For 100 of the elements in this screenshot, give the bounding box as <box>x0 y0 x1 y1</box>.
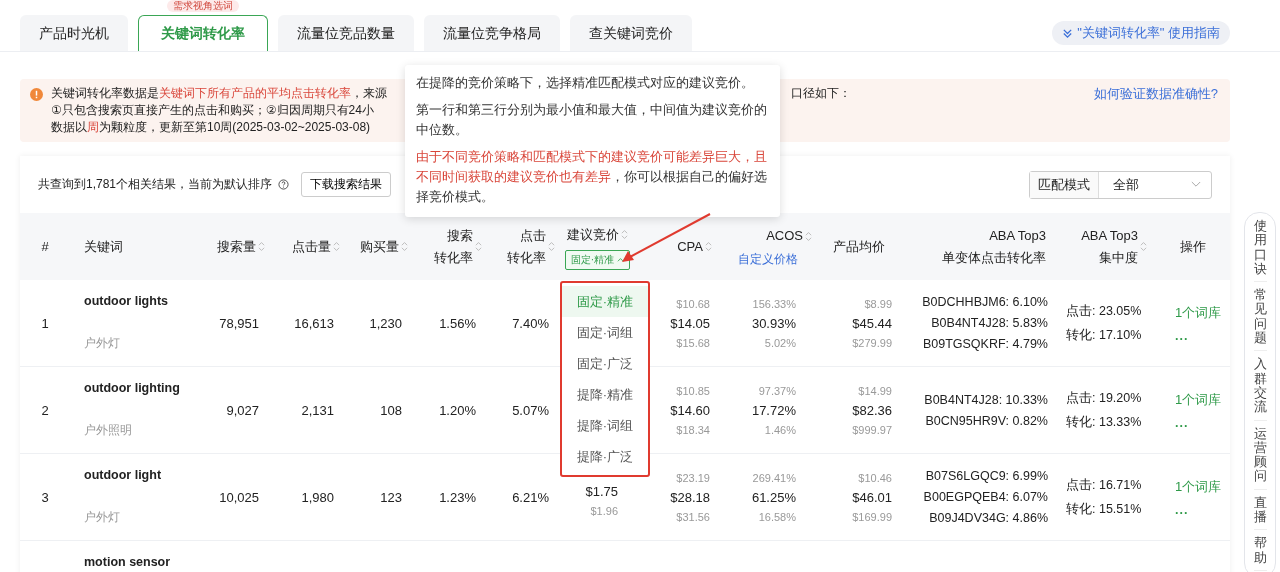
median-value: $1.75 <box>585 483 618 499</box>
menu-option[interactable]: 提降·词组 <box>562 410 648 441</box>
min-value: $8.99 <box>864 297 892 310</box>
column-header: ABA Top3 单变体点击转化率 <box>942 226 1046 267</box>
median-value: 61.25% <box>751 489 796 505</box>
keyword-library-link[interactable]: 1个词库 <box>1175 390 1222 409</box>
result-summary: 共查询到1,781个相关结果，当前为默认排序 <box>38 176 273 193</box>
concentration-value: 转化: 15.51% <box>1066 500 1142 518</box>
menu-option[interactable]: 固定·词组 <box>562 317 648 348</box>
sort-icon[interactable] <box>705 241 712 252</box>
side-panel-item[interactable]: 常见问题 <box>1253 288 1267 352</box>
sort-icon[interactable] <box>258 241 265 252</box>
max-value: $169.99 <box>852 510 892 523</box>
double-chevron-icon <box>1062 27 1074 39</box>
caret-up-icon <box>617 257 625 262</box>
tooltip-text: 由于不同竞价策略和匹配模式下的建议竞价可能差异巨大，且不同时间获取的建议竞价也有差异，你可以根据自己的偏好选择竞价模式。 <box>416 148 768 206</box>
tooltip-text: 在提降的竞价策略下，选择精准匹配模式对应的建议竞价。 <box>416 74 755 92</box>
guide-link[interactable]: "关键词转化率" 使用指南 <box>1052 21 1230 45</box>
asin-rate: B0DCHHBJM6: 6.10% <box>922 295 1048 309</box>
side-panel-item[interactable]: 直播 <box>1253 495 1267 531</box>
sort-icon[interactable] <box>805 230 812 242</box>
tab[interactable]: 关键词转化率 <box>138 15 268 51</box>
keyword-library-link[interactable]: 1个词库 <box>1175 303 1222 322</box>
min-value: $10.68 <box>676 297 710 310</box>
download-button[interactable]: 下载搜索结果 <box>301 172 392 197</box>
median-value: 17.72% <box>751 402 796 418</box>
median-value: $14.05 <box>670 315 710 331</box>
column-header: 搜索量 <box>217 237 256 256</box>
max-value: 5.02% <box>764 336 796 349</box>
sort-icon[interactable] <box>1140 241 1147 252</box>
column-header: 购买量 <box>360 237 399 256</box>
max-value: 1.46% <box>764 423 796 436</box>
chevron-down-icon <box>1191 181 1201 188</box>
more-link[interactable]: ... <box>1175 415 1189 430</box>
median-value: $82.36 <box>852 402 892 418</box>
more-link[interactable]: ... <box>1175 328 1189 343</box>
tab[interactable]: 产品时光机 <box>20 15 128 51</box>
asin-rate: B0B4NT4J28: 10.33% <box>924 392 1048 407</box>
column-header: 搜索 转化率 <box>434 226 473 267</box>
tab[interactable]: 流量位竞争格局 <box>424 15 560 51</box>
table-cell: 6.21% <box>512 489 549 505</box>
row-number: 2 <box>41 402 49 418</box>
max-value: $279.99 <box>852 336 892 349</box>
table-cell: 10,025 <box>219 489 259 505</box>
alert-text: 数据以周为颗粒度，更新至第10周(2025-03-02~2025-03-08) <box>51 119 371 136</box>
keyword-translation: 户外灯 <box>84 509 121 526</box>
match-mode-select[interactable]: 匹配模式 全部 <box>1029 170 1212 199</box>
sort-icon[interactable] <box>401 241 408 252</box>
table-cell: 2,131 <box>301 402 334 418</box>
asin-rate: B0CN95HR9V: 0.82% <box>925 413 1048 428</box>
bid-mode-tag[interactable]: 固定·精准 <box>564 249 631 270</box>
side-panel-item[interactable]: 入群交流 <box>1253 357 1267 421</box>
median-value: 30.93% <box>751 315 796 331</box>
min-value: 97.37% <box>758 384 796 397</box>
column-header: 关键词 <box>84 237 123 256</box>
table-cell: 7.40% <box>512 315 549 331</box>
column-header: ACOS <box>766 227 803 245</box>
menu-option[interactable]: 提降·广泛 <box>562 441 648 472</box>
table-cell: 108 <box>380 402 402 418</box>
table-cell: 1.56% <box>439 315 476 331</box>
keyword-text: motion sensor <box>84 555 171 569</box>
sort-icon[interactable] <box>548 241 555 252</box>
column-header: ABA Top3 集中度 <box>1081 226 1138 267</box>
tab[interactable]: 查关键词竞价 <box>570 15 692 51</box>
row-number: 3 <box>41 489 49 505</box>
keyword-library-link[interactable]: 1个词库 <box>1175 477 1222 496</box>
concentration-value: 点击: 23.05% <box>1066 302 1142 320</box>
menu-option[interactable]: 提降·精准 <box>562 379 648 410</box>
table-cell: 78,951 <box>219 315 259 331</box>
verify-link[interactable]: 如何验证数据准确性? <box>1093 85 1218 103</box>
menu-option[interactable]: 固定·广泛 <box>562 348 648 379</box>
keyword-text: outdoor light <box>84 468 162 482</box>
column-header: # <box>41 237 49 256</box>
table-cell: 5.07% <box>512 402 549 418</box>
asin-rate: B09TGSQKRF: 4.79% <box>922 337 1048 351</box>
table-cell: 1.20% <box>439 402 476 418</box>
column-header: 操作 <box>1179 237 1206 256</box>
sort-icon[interactable] <box>621 229 628 240</box>
concentration-value: 点击: 16.71% <box>1066 476 1142 494</box>
sort-icon[interactable] <box>333 241 340 252</box>
asin-rate: B00EGPQEB4: 6.07% <box>923 490 1048 504</box>
concentration-value: 点击: 19.20% <box>1066 389 1142 407</box>
side-panel-item[interactable]: 帮助 <box>1253 536 1267 571</box>
row-number: 1 <box>41 315 49 331</box>
min-value: $10.85 <box>676 384 710 397</box>
side-panel-item[interactable]: 运营顾问 <box>1253 426 1267 490</box>
keyword-text: outdoor lights <box>84 294 168 308</box>
custom-price-link[interactable]: 自定义价格 <box>738 251 798 268</box>
min-value: $14.99 <box>858 384 892 397</box>
side-panel-item[interactable]: 使用口诀 <box>1253 219 1267 283</box>
max-value: $1.96 <box>590 504 618 517</box>
table-cell: 123 <box>380 489 402 505</box>
median-value: $14.60 <box>670 402 710 418</box>
max-value: 16.58% <box>758 510 796 523</box>
concentration-value: 转化: 17.10% <box>1066 326 1142 344</box>
more-link[interactable]: ... <box>1175 502 1189 517</box>
sort-icon[interactable] <box>475 241 482 252</box>
table-cell: 9,027 <box>226 402 259 418</box>
tab[interactable]: 流量位竞品数量 <box>278 15 414 51</box>
table-cell: 1,230 <box>369 315 402 331</box>
